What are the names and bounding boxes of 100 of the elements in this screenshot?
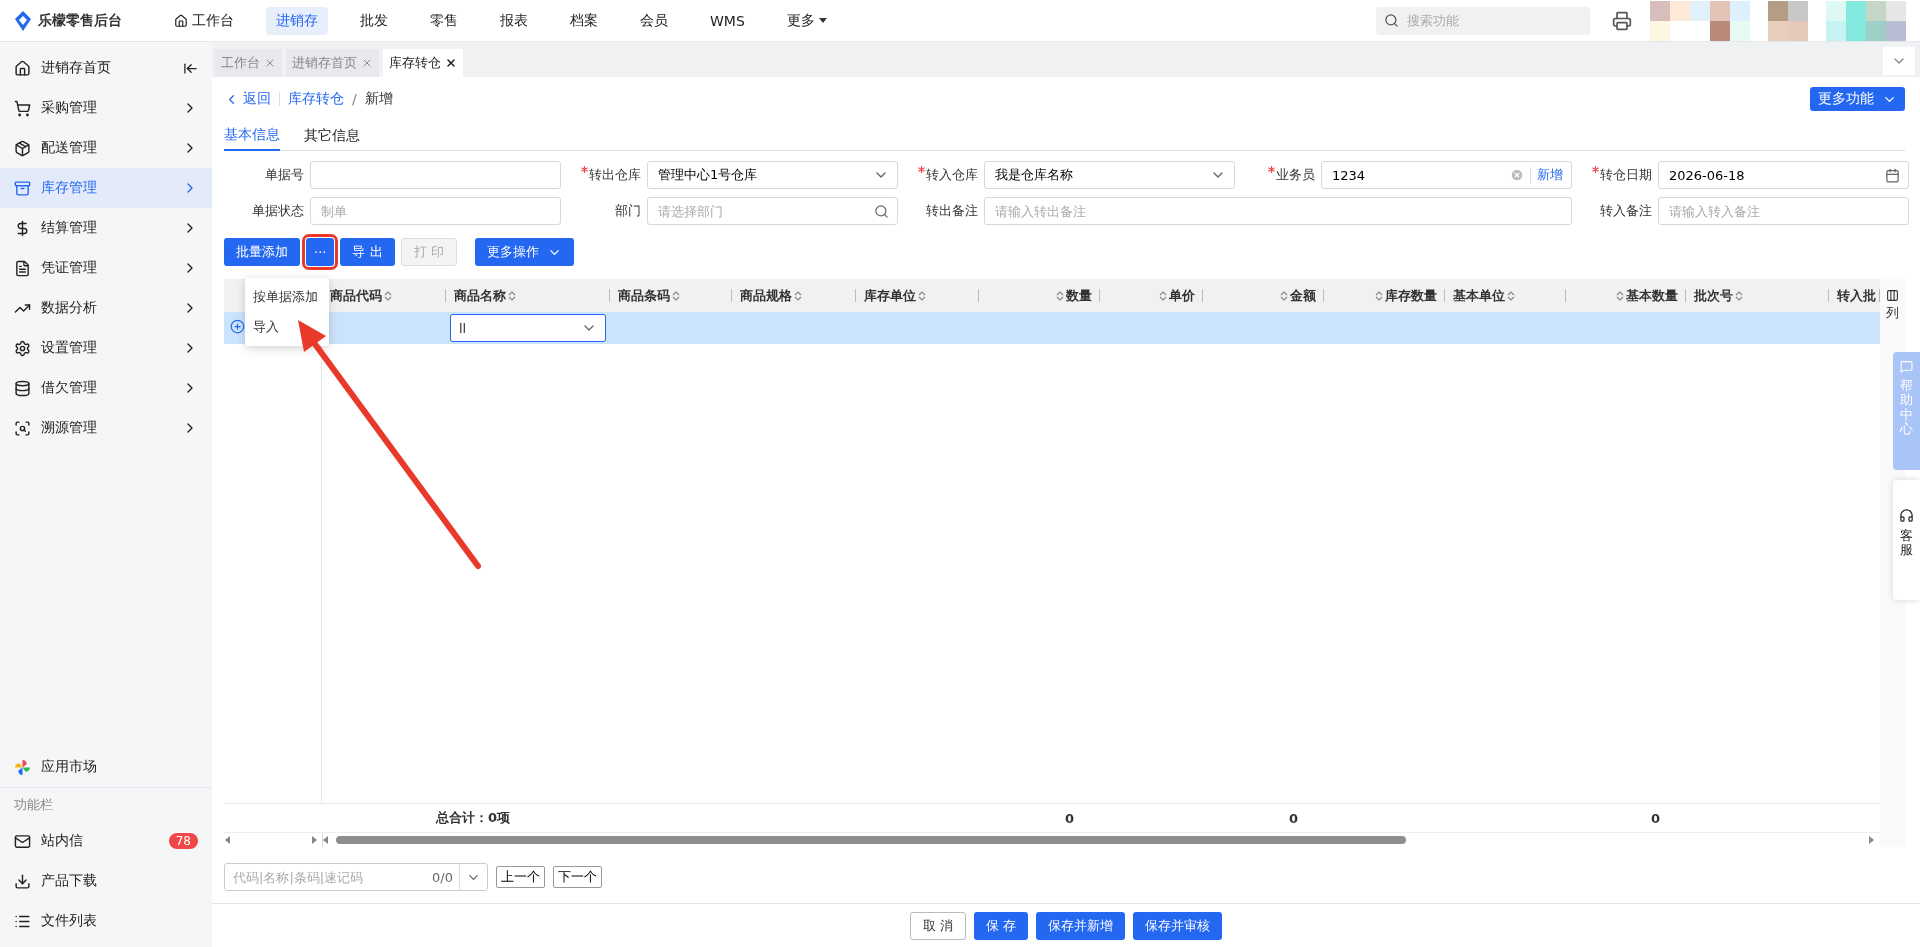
input-field[interactable]: 制单 (319, 202, 552, 220)
sidebar-item[interactable]: 应用市场 (0, 747, 212, 787)
field-label: 部门 (614, 202, 641, 220)
field-label: 转入备注 (1599, 202, 1652, 220)
sidebar-item[interactable]: 结算管理 (0, 208, 212, 248)
total-value: 0 (1063, 810, 1075, 826)
sort-icon (1616, 289, 1624, 302)
nav-item[interactable]: 更多 (776, 6, 837, 35)
sidebar-item[interactable]: 站内信 78 (0, 821, 212, 861)
text-field[interactable]: 请选择部门 (647, 197, 898, 225)
text-field[interactable]: 制单 (310, 197, 561, 225)
product-select[interactable]: ll (450, 314, 606, 342)
field-label: 转仓日期 (1572, 166, 1652, 184)
input-field[interactable]: 管理中心1号仓库 (656, 166, 867, 184)
printer-icon[interactable] (1612, 10, 1632, 31)
add-row-icon[interactable] (230, 319, 245, 334)
sidebar-item[interactable]: 文件列表 (0, 901, 212, 941)
footer-button[interactable]: 保 存 (974, 911, 1029, 940)
previous-button[interactable]: 上一个 (496, 866, 545, 888)
column-header: 库存数量 (1324, 279, 1445, 312)
find-box[interactable]: 代码|名称|条码|速记码 0/0 (224, 863, 488, 891)
caret-icon (818, 18, 827, 23)
sort-icon (384, 289, 392, 302)
tool-icon (14, 872, 31, 890)
sidebar-item[interactable]: 产品下载 (0, 861, 212, 901)
toolbar-button[interactable]: 批量添加 (224, 238, 300, 266)
clear-icon[interactable] (1510, 168, 1524, 182)
footer-button[interactable]: 保存并新增 (1036, 911, 1126, 940)
sidebar-item[interactable]: 数据分析 (0, 288, 212, 328)
sidebar-item[interactable]: 配送管理 (0, 128, 212, 168)
tool-icon (14, 832, 31, 850)
input-field[interactable]: 2026-06-18 (1667, 166, 1879, 184)
search-field[interactable]: 搜索功能 (1405, 12, 1575, 29)
menu-item-icon (14, 139, 31, 157)
menu-item[interactable]: 导入 (245, 312, 329, 342)
input-field[interactable]: 请选择部门 (656, 202, 868, 220)
find-field[interactable]: 代码|名称|条码|速记码 (231, 868, 427, 886)
tab-list-button[interactable] (1883, 47, 1915, 75)
text-field[interactable]: 请输入转出备注 (984, 197, 1572, 225)
select-field[interactable]: 管理中心1号仓库 (647, 161, 898, 189)
text-field[interactable]: 请输入转入备注 (1658, 197, 1909, 225)
sub-tab[interactable]: 其它信息 (304, 121, 360, 151)
search-box[interactable]: 搜索功能 (1376, 6, 1590, 35)
add-link[interactable]: 新增 (1537, 166, 1563, 184)
toolbar-button[interactable]: 更多操作 (474, 238, 574, 266)
total-value: 0 (1649, 810, 1661, 826)
input-field[interactable]: 请输入转入备注 (1667, 202, 1900, 220)
sort-icon (794, 289, 802, 302)
column-header: 基本数量 (1566, 279, 1686, 312)
more-functions-button[interactable]: 更多功能 (1810, 87, 1905, 111)
sidebar-item[interactable]: 进销存首页 (0, 48, 212, 88)
nav-item[interactable]: WMS (700, 7, 755, 34)
back-link[interactable]: 返回 (224, 90, 271, 108)
home-icon (174, 13, 188, 28)
page-tab[interactable]: 库存转仓 (383, 49, 463, 77)
sidebar-item[interactable]: 设置管理 (0, 328, 212, 368)
breadcrumb-current: 新增 (364, 90, 393, 108)
nav-item[interactable]: 批发 (350, 6, 398, 35)
menu-item[interactable]: 按单据添加 (245, 282, 329, 312)
breadcrumb-link[interactable]: 库存转仓 (288, 90, 344, 108)
select-field[interactable]: 我是仓库名称 (984, 161, 1235, 189)
sidebar-item[interactable]: 凭证管理 (0, 248, 212, 288)
search-icon (874, 203, 889, 219)
sub-tab[interactable]: 基本信息 (224, 121, 280, 151)
nav-item[interactable]: 报表 (490, 6, 538, 35)
sidebar-item[interactable]: 溯源管理 (0, 408, 212, 448)
field-label: 业务员 (1235, 166, 1315, 184)
text-field[interactable] (310, 161, 561, 189)
footer-button[interactable]: 取 消 (909, 911, 966, 940)
nav-item[interactable]: 档案 (560, 6, 608, 35)
nav-item[interactable]: 工作台 (164, 6, 244, 35)
menu-item-icon (14, 339, 31, 357)
nav-item[interactable]: 会员 (630, 6, 678, 35)
menu-item-icon (14, 419, 31, 437)
nav-item[interactable]: 进销存 (266, 6, 328, 35)
column-header: 库存单位 (856, 279, 979, 312)
required-icon (581, 166, 588, 173)
next-button[interactable]: 下一个 (553, 866, 602, 888)
input-field[interactable]: 1234 (1330, 166, 1504, 184)
customer-service-tab[interactable]: 客服 (1893, 480, 1920, 600)
field-label: 转出备注 (925, 202, 978, 220)
text-field[interactable]: 1234 新增 (1321, 161, 1572, 189)
required-icon (1268, 166, 1275, 173)
calendar-icon (1885, 167, 1900, 183)
input-field[interactable]: 我是仓库名称 (993, 166, 1204, 184)
nav-item[interactable]: 零售 (420, 6, 468, 35)
sidebar-item[interactable]: 库存管理 (0, 168, 212, 208)
sort-icon (508, 289, 516, 302)
close-icon[interactable] (445, 57, 457, 69)
headset-icon (1899, 508, 1914, 523)
pinwheel-icon (14, 758, 31, 776)
field-label: 单据状态 (251, 202, 304, 220)
input-field[interactable]: 请输入转出备注 (993, 202, 1563, 220)
logo-icon (14, 10, 32, 31)
footer-button[interactable]: 保存并审核 (1133, 911, 1223, 940)
sidebar-item[interactable]: 借欠管理 (0, 368, 212, 408)
sidebar-item[interactable]: 采购管理 (0, 88, 212, 128)
date-field[interactable]: 2026-06-18 (1658, 161, 1909, 189)
toolbar-button[interactable]: 导 出 (340, 238, 395, 266)
sort-icon (1375, 289, 1383, 302)
